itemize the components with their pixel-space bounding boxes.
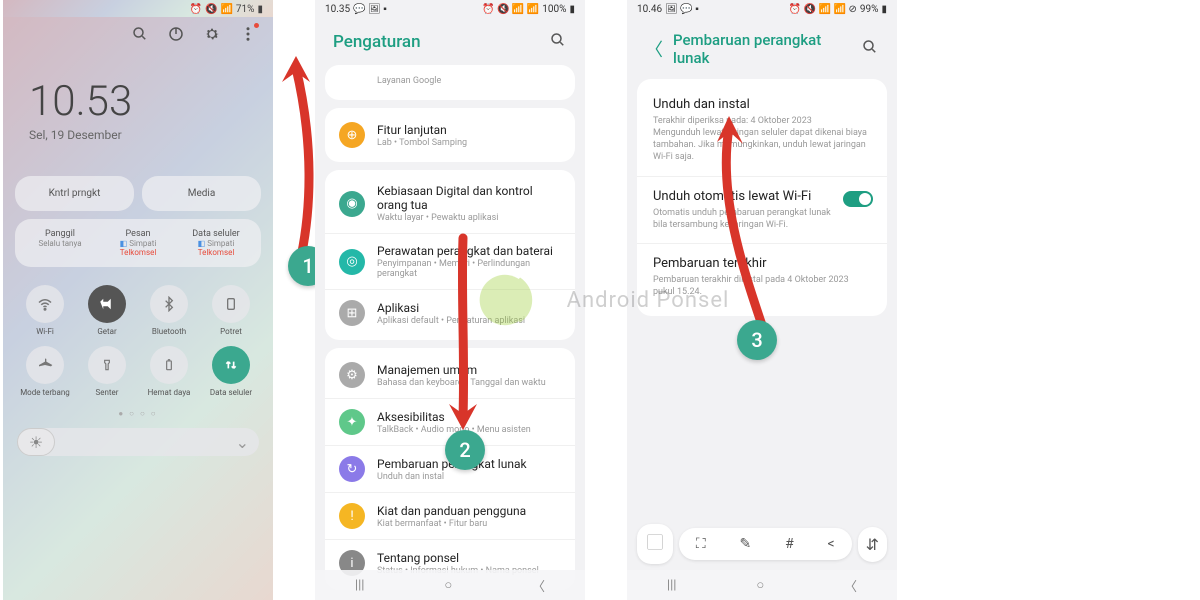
back-button[interactable]: 〈 — [532, 576, 545, 595]
screenshot-thumbnail[interactable] — [637, 524, 673, 564]
clock-date: Sel, 19 Desember — [29, 128, 247, 142]
qs-rotation[interactable]: Potret — [203, 285, 259, 336]
back-button[interactable]: 〈 — [844, 576, 857, 595]
battery-icon: ▮ — [257, 4, 263, 15]
accessibility-icon: ✦ — [339, 409, 365, 435]
wellbeing-icon: ◉ — [339, 191, 365, 217]
softwareupdate-icon: ↻ — [339, 456, 365, 482]
scroll-capture-icon[interactable]: ⇵ — [858, 527, 887, 562]
expand-chevron-icon[interactable]: ⌄ — [236, 433, 259, 452]
battery-text: 71% — [236, 4, 255, 15]
brightness-slider-row: ☀ ⌄ — [17, 428, 259, 456]
page-indicator: ● ○ ○ ○ — [3, 407, 273, 420]
apps-icon: ⊞ — [339, 300, 365, 326]
search-icon[interactable] — [861, 38, 879, 60]
crop-icon[interactable]: ⛶ — [696, 536, 706, 552]
quick-settings-grid: Wi-Fi Getar Bluetooth Potret Mode terban… — [3, 275, 273, 407]
share-icon[interactable]: < — [828, 536, 835, 552]
update-download-install[interactable]: Unduh dan instal Terakhir diperiksa pada… — [637, 85, 887, 176]
qs-mobiledata[interactable]: Data seluler — [203, 346, 259, 397]
screenshot-software-update: 10.46 🖼 💬 ▪ ⏰ 🔇 📶 📶 ⊘ 99% ▮ 〈 Pembaruan … — [627, 0, 897, 600]
search-icon[interactable] — [549, 31, 567, 53]
power-icon[interactable] — [167, 25, 185, 43]
settings-item-google[interactable]: Layanan Google — [325, 69, 575, 96]
recents-button[interactable]: ||| — [355, 578, 365, 593]
devicecare-icon: ◎ — [339, 249, 365, 275]
tag-icon[interactable]: # — [785, 536, 794, 552]
media-card[interactable]: Media — [142, 176, 261, 211]
advanced-icon: ⊕ — [339, 122, 365, 148]
settings-item-general[interactable]: ⚙ Manajemen umumBahasa dan keyboard • Ta… — [325, 352, 575, 398]
quick-panel-actions — [3, 17, 273, 47]
page-title: Pembaruan perangkat lunak — [673, 31, 861, 67]
mute-icon: 🔇 — [205, 4, 217, 15]
android-navbar: ||| ○ 〈 — [315, 570, 585, 600]
sim-manager-card[interactable]: Panggil Selalu tanya Pesan ◧ Simpati Tel… — [15, 219, 261, 267]
edit-icon[interactable]: ✎ — [740, 536, 752, 552]
tips-icon: ! — [339, 503, 365, 529]
signal-icon: 📶 — [220, 4, 232, 15]
home-button[interactable]: ○ — [756, 577, 764, 593]
device-control-card[interactable]: Kntrl prngkt — [15, 176, 134, 211]
settings-gear-icon[interactable] — [203, 25, 221, 43]
search-icon[interactable] — [131, 25, 149, 43]
clock-time: 10.53 — [29, 77, 247, 126]
brightness-slider[interactable]: ☀ ⌄ — [17, 428, 259, 456]
settings-item-tips[interactable]: ! Kiat dan panduan penggunaKiat bermanfa… — [325, 492, 575, 539]
wifi-auto-toggle[interactable] — [843, 191, 873, 207]
status-bar: 10.35 💬 🖼 ▪ ⏰ 🔇 📶 📶 100% ▮ — [315, 0, 585, 17]
qs-airplane[interactable]: Mode terbang — [17, 346, 73, 397]
qs-wifi[interactable]: Wi-Fi — [17, 285, 73, 336]
annotation-step-3: 3 — [737, 320, 777, 360]
recents-button[interactable]: ||| — [667, 578, 677, 593]
settings-item-devicecare[interactable]: ◎ Perawatan perangkat dan bateraiPenyimp… — [325, 233, 575, 289]
update-last[interactable]: Pembaruan terakhir Pembaruan terakhir di… — [637, 243, 887, 310]
home-button[interactable]: ○ — [444, 577, 452, 593]
qs-bluetooth[interactable]: Bluetooth — [141, 285, 197, 336]
general-icon: ⚙ — [339, 362, 365, 388]
screenshot-settings: 10.35 💬 🖼 ▪ ⏰ 🔇 📶 📶 100% ▮ Pengaturan La… — [315, 0, 585, 600]
qs-powersave[interactable]: Hemat daya — [141, 346, 197, 397]
settings-item-advanced[interactable]: ⊕ Fitur lanjutanLab • Tombol Samping — [325, 112, 575, 158]
screenshot-toolbar: ⛶ ✎ # < — [679, 528, 852, 560]
more-icon[interactable] — [239, 25, 257, 43]
screenshot-quick-panel: ⏰ 🔇 📶 71% ▮ 10.53 Sel, 19 Desember Kntrl… — [3, 0, 273, 600]
brightness-knob[interactable]: ☀ — [17, 428, 55, 456]
update-auto-wifi[interactable]: Unduh otomatis lewat Wi-Fi Otomatis undu… — [637, 176, 887, 243]
status-bar: ⏰ 🔇 📶 71% ▮ — [3, 0, 273, 17]
qs-flashlight[interactable]: Senter — [79, 346, 135, 397]
page-title: Pengaturan — [333, 32, 421, 52]
annotation-step-2: 2 — [445, 430, 485, 470]
settings-item-apps[interactable]: ⊞ AplikasiAplikasi default • Pengaturan … — [325, 289, 575, 336]
settings-item-wellbeing[interactable]: ◉ Kebiasaan Digital dan kontrol orang tu… — [325, 174, 575, 233]
clock-widget: 10.53 Sel, 19 Desember — [3, 47, 273, 148]
status-bar: 10.46 🖼 💬 ▪ ⏰ 🔇 📶 📶 ⊘ 99% ▮ — [627, 0, 897, 17]
android-navbar: ||| ○ 〈 — [627, 570, 897, 600]
back-icon[interactable]: 〈 — [645, 36, 663, 62]
alarm-icon: ⏰ — [190, 4, 202, 15]
qs-vibrate[interactable]: Getar — [79, 285, 135, 336]
